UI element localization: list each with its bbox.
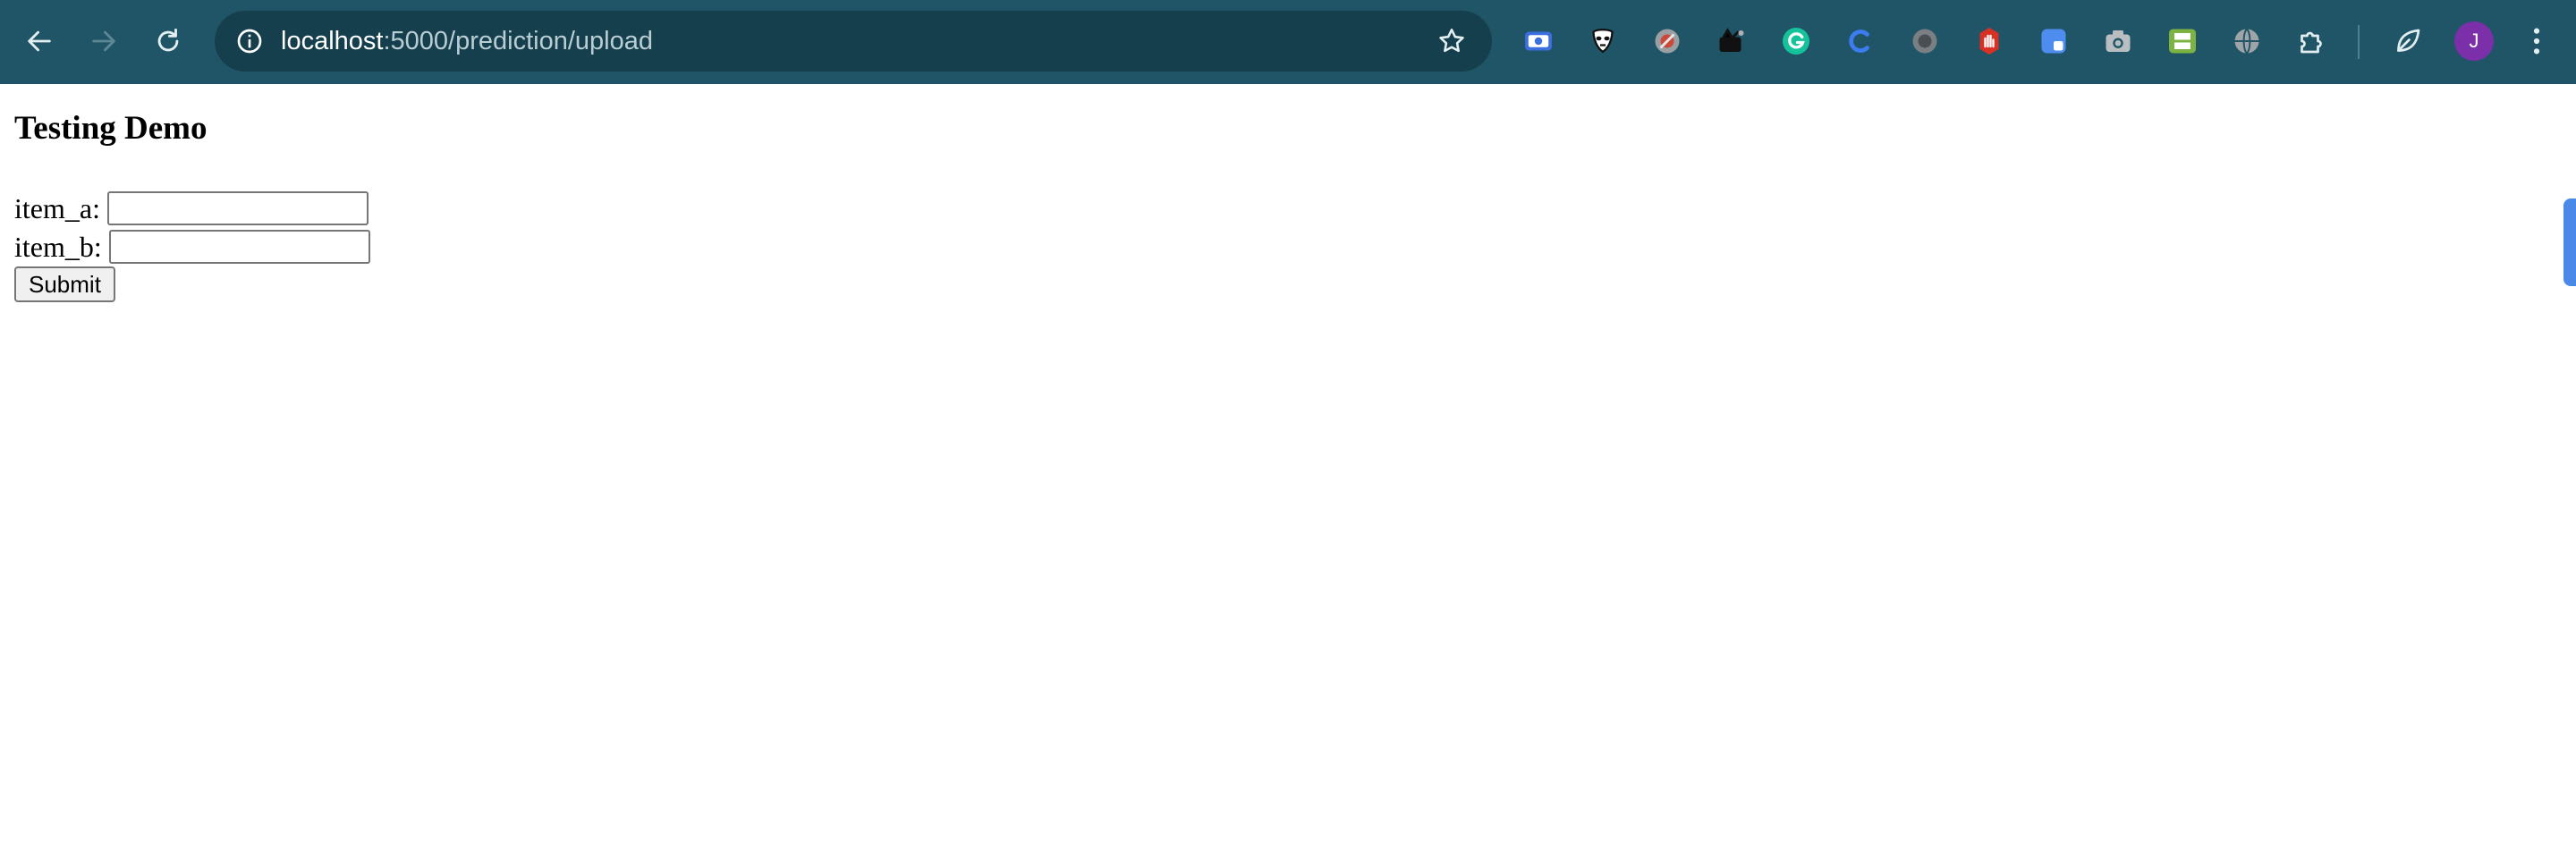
browser-toolbar: localhost:5000/prediction/upload J [0, 0, 2576, 84]
profile-avatar[interactable]: J [2454, 21, 2494, 61]
more-vert-icon [2533, 28, 2540, 55]
reload-button[interactable] [145, 18, 191, 64]
item-a-input[interactable] [106, 191, 369, 225]
submit-button[interactable]: Submit [14, 266, 115, 302]
item-b-label: item_b: [14, 230, 102, 263]
globe-extension-icon[interactable] [2225, 20, 2268, 63]
forward-button[interactable] [80, 18, 127, 64]
grammarly-extension-icon[interactable] [1775, 20, 1818, 63]
toolbar-divider [2358, 25, 2360, 59]
camera-extension-icon[interactable] [2097, 20, 2140, 63]
printer-extension-icon[interactable] [2161, 20, 2204, 63]
site-info-icon [237, 29, 262, 54]
leaf-extension-icon[interactable] [2386, 20, 2429, 63]
square-tiles-extension-icon[interactable] [2032, 20, 2075, 63]
round-badge-extension-icon[interactable] [1646, 20, 1689, 63]
page-title: Testing Demo [14, 110, 208, 147]
bookmark-star-icon [1439, 28, 1464, 53]
item-a-label: item_a: [14, 191, 100, 224]
item-b-input[interactable] [108, 230, 370, 264]
reload-icon [157, 28, 179, 52]
item-b-row: item_b: [14, 228, 370, 266]
stop-hand-extension-icon[interactable] [1968, 20, 2011, 63]
bookmark-button[interactable] [1431, 21, 1472, 62]
address-bar[interactable]: localhost:5000/prediction/upload [215, 11, 1492, 72]
url-path: :5000/prediction/upload [383, 27, 653, 55]
circle-extension-icon[interactable] [1903, 20, 1946, 63]
back-arrow-icon [28, 30, 51, 52]
screen-capture-extension-icon[interactable] [1517, 20, 1560, 63]
item-a-row: item_a: [14, 190, 369, 227]
c-letter-extension-icon[interactable] [1839, 20, 1882, 63]
dark-tools-extension-icon[interactable] [1710, 20, 1753, 63]
forward-arrow-icon [92, 30, 115, 52]
page-content: Testing Demo item_a: item_b: Submit [0, 84, 2576, 853]
url-text[interactable]: localhost:5000/prediction/upload [281, 11, 653, 72]
back-button[interactable] [16, 18, 63, 64]
browser-menu-button[interactable] [2521, 20, 2553, 63]
mask-extension-icon[interactable] [1581, 20, 1624, 63]
site-info-button[interactable] [227, 19, 272, 63]
puzzle-extensions-icon[interactable] [2290, 20, 2333, 63]
side-panel-tab[interactable] [2563, 198, 2576, 286]
url-host: localhost [281, 27, 384, 55]
